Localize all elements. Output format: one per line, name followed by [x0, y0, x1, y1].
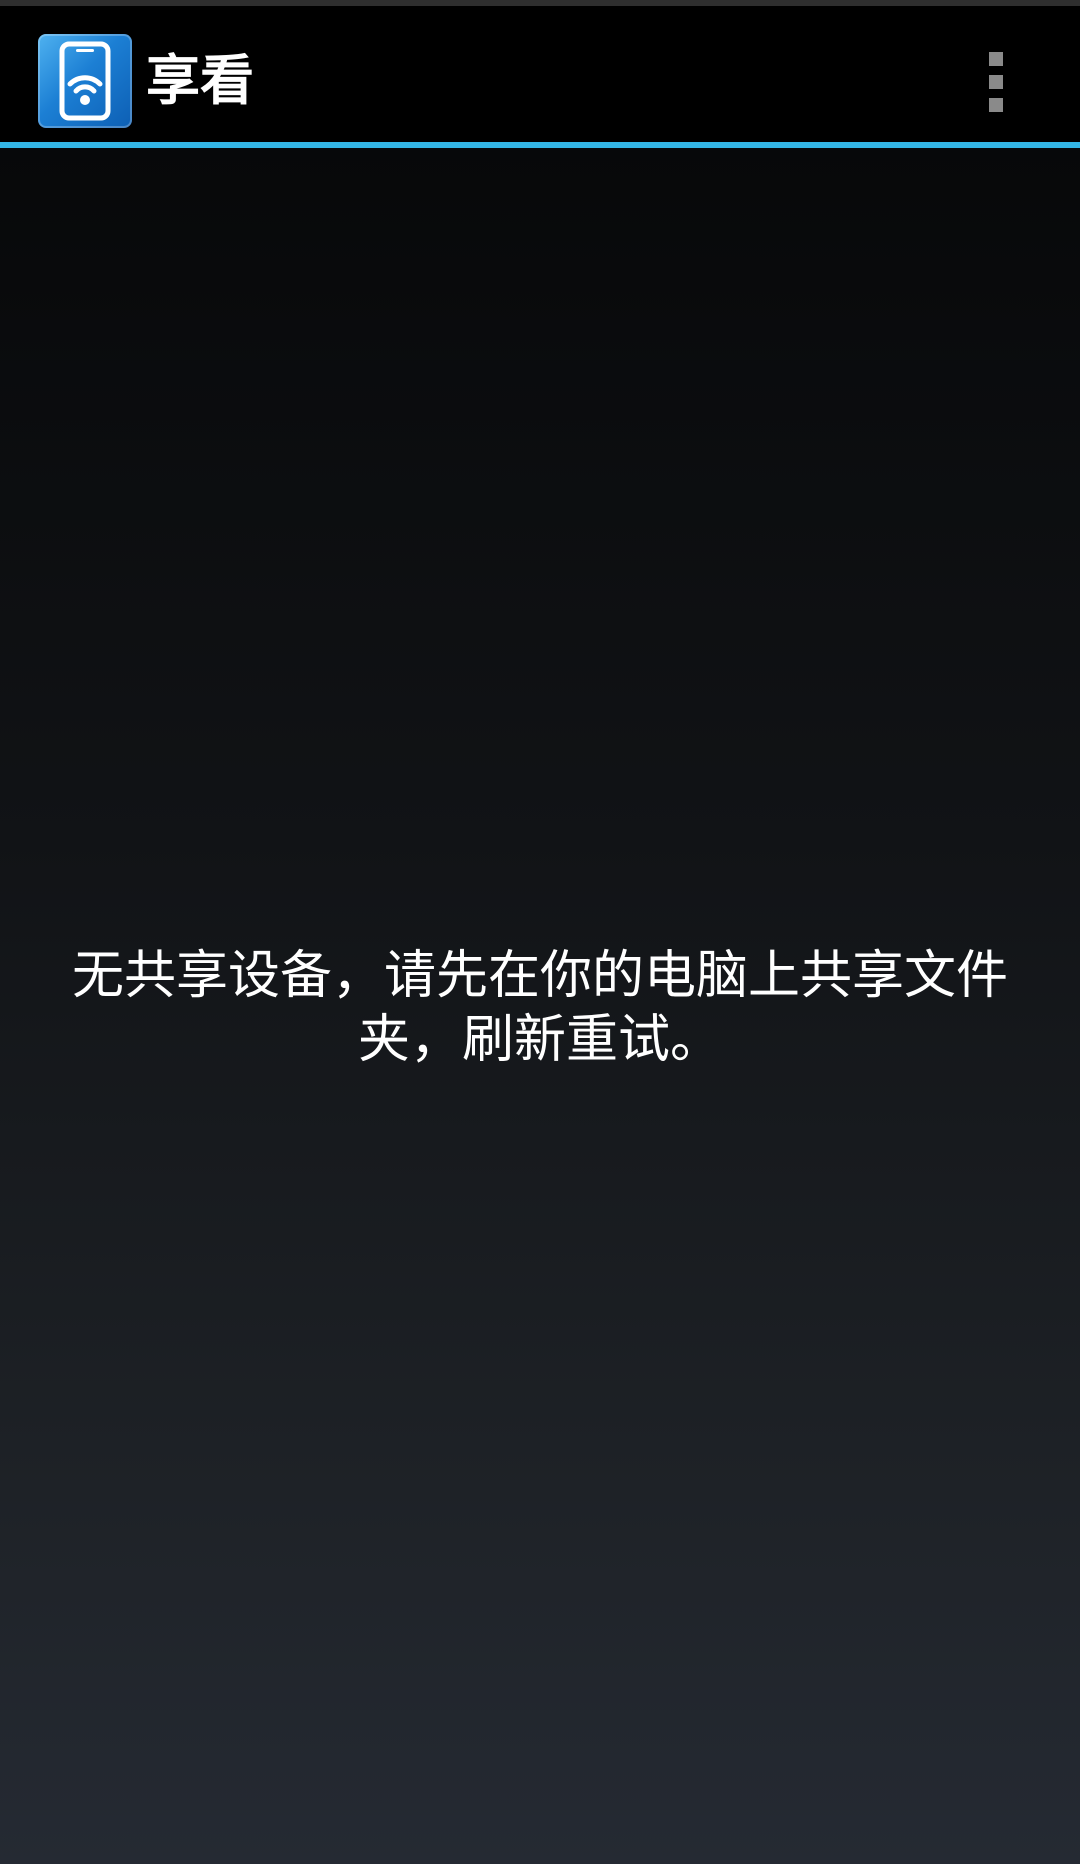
overflow-menu-icon[interactable] [966, 42, 1026, 122]
app-screen: 享看 无共享设备，请先在你的电脑上共享文件夹，刷新重试。 [0, 0, 1080, 1864]
wifi-phone-icon[interactable] [38, 34, 132, 128]
empty-state-message: 无共享设备，请先在你的电脑上共享文件夹，刷新重试。 [71, 946, 1008, 1070]
overflow-dot [989, 75, 1003, 89]
action-bar: 享看 [0, 6, 1080, 144]
app-title: 享看 [146, 49, 254, 112]
overflow-dot [989, 52, 1003, 66]
overflow-dot [989, 98, 1003, 112]
action-bar-divider [0, 142, 1080, 148]
